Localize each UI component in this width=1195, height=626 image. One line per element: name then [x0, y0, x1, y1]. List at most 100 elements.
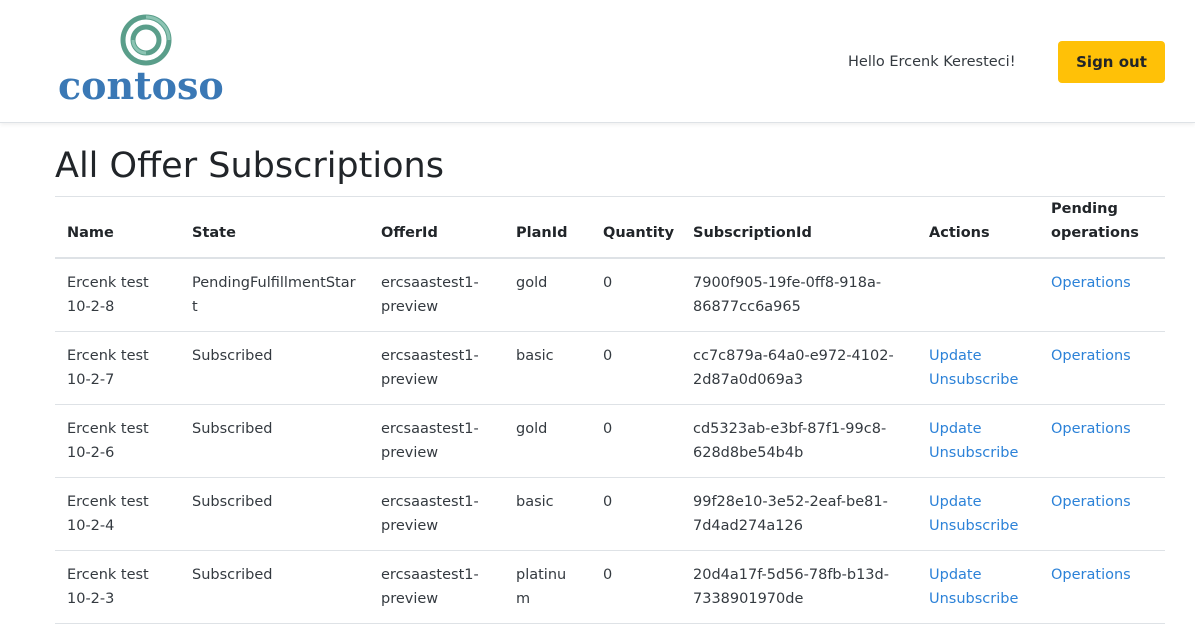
cell-subscription-id: 20d4a17f-5d56-78fb-b13d-7338901970de — [681, 550, 917, 624]
operations-link[interactable]: Operations — [1051, 271, 1153, 295]
cell-state: Subscribed — [180, 404, 369, 478]
column-header-quantity: Quantity — [591, 197, 681, 259]
cell-subscription-id: cc7c879a-64a0-e972-4102-2d87a0d069a3 — [681, 331, 917, 405]
cell-state: PendingFulfillmentStart — [180, 258, 369, 332]
cell-plan-id: gold — [504, 404, 591, 478]
top-navbar: contoso Hello Ercenk Keresteci! Sign out — [0, 0, 1195, 123]
subscription-state: Subscribed — [192, 493, 273, 510]
update-link[interactable]: Update — [929, 417, 1027, 441]
subscription-name: Ercenk test 10-2-6 — [67, 420, 149, 461]
unsubscribe-link[interactable]: Unsubscribe — [929, 441, 1027, 465]
column-header-plan-id: PlanId — [504, 197, 591, 259]
cell-actions — [917, 258, 1039, 332]
page-title: All Offer Subscriptions — [55, 146, 444, 186]
plan-id: platinum — [516, 566, 567, 607]
cell-pending-operations: Operations — [1039, 258, 1165, 332]
column-header-state: State — [180, 197, 369, 259]
update-link[interactable]: Update — [929, 344, 1027, 368]
table-row: Ercenk test 10-2-6 Subscribed ercsaastes… — [55, 404, 1165, 478]
cell-pending-operations: Operations — [1039, 404, 1165, 478]
subscription-id: 7900f905-19fe-0ff8-918a-86877cc6a965 — [693, 275, 882, 315]
quantity: 0 — [603, 566, 613, 583]
quantity: 0 — [603, 420, 613, 437]
quantity: 0 — [603, 275, 613, 291]
cell-state: Subscribed — [180, 331, 369, 405]
update-link[interactable]: Update — [929, 490, 1027, 514]
quantity: 0 — [603, 493, 613, 510]
column-header-offer-id: OfferId — [369, 197, 504, 259]
cell-state: Subscribed — [180, 550, 369, 624]
offer-id: ercsaastest1-preview — [381, 566, 479, 607]
subscription-state: Subscribed — [192, 420, 273, 437]
subscription-id: 99f28e10-3e52-2eaf-be81-7d4ad274a126 — [693, 493, 888, 534]
unsubscribe-link[interactable]: Unsubscribe — [929, 514, 1027, 538]
column-header-actions: Actions — [917, 197, 1039, 259]
update-link[interactable]: Update — [929, 563, 1027, 587]
subscription-name: Ercenk test 10-2-8 — [67, 275, 149, 315]
contoso-logo[interactable]: contoso — [58, 14, 234, 110]
cell-quantity: 0 — [591, 258, 681, 332]
offer-id: ercsaastest1-preview — [381, 493, 479, 534]
subscriptions-table: Name State OfferId PlanId Quantity Subsc… — [55, 197, 1165, 624]
table-row: Ercenk test 10-2-7 Subscribed ercsaastes… — [55, 331, 1165, 405]
sign-out-button[interactable]: Sign out — [1058, 41, 1165, 83]
table-row: Ercenk test 10-2-4 Subscribed ercsaastes… — [55, 477, 1165, 551]
column-header-subscription-id: SubscriptionId — [681, 197, 917, 259]
subscription-id: cc7c879a-64a0-e972-4102-2d87a0d069a3 — [693, 347, 894, 388]
cell-name: Ercenk test 10-2-6 — [55, 404, 180, 478]
cell-offer-id: ercsaastest1-preview — [369, 477, 504, 551]
subscription-name: Ercenk test 10-2-3 — [67, 566, 149, 607]
table-header-row: Name State OfferId PlanId Quantity Subsc… — [55, 197, 1165, 259]
cell-state: Subscribed — [180, 477, 369, 551]
table-row: Ercenk test 10-2-8 PendingFulfillmentSta… — [55, 258, 1165, 332]
cell-subscription-id: 7900f905-19fe-0ff8-918a-86877cc6a965 — [681, 258, 917, 332]
cell-actions: Update Unsubscribe — [917, 331, 1039, 405]
cell-offer-id: ercsaastest1-preview — [369, 258, 504, 332]
operations-link[interactable]: Operations — [1051, 490, 1153, 514]
cell-quantity: 0 — [591, 404, 681, 478]
cell-plan-id: platinum — [504, 550, 591, 624]
subscription-state: Subscribed — [192, 347, 273, 364]
cell-quantity: 0 — [591, 477, 681, 551]
operations-link[interactable]: Operations — [1051, 417, 1153, 441]
cell-plan-id: gold — [504, 258, 591, 332]
plan-id: gold — [516, 420, 548, 437]
quantity: 0 — [603, 347, 613, 364]
unsubscribe-link[interactable]: Unsubscribe — [929, 368, 1027, 392]
table-row: Ercenk test 10-2-3 Subscribed ercsaastes… — [55, 550, 1165, 624]
cell-subscription-id: cd5323ab-e3bf-87f1-99c8-628d8be54b4b — [681, 404, 917, 478]
subscription-state: PendingFulfillmentStart — [192, 275, 356, 315]
contoso-logo-icon — [120, 14, 172, 66]
offer-id: ercsaastest1-preview — [381, 420, 479, 461]
subscription-name: Ercenk test 10-2-7 — [67, 347, 149, 388]
operations-link[interactable]: Operations — [1051, 344, 1153, 368]
cell-pending-operations: Operations — [1039, 477, 1165, 551]
cell-offer-id: ercsaastest1-preview — [369, 331, 504, 405]
cell-actions: Update Unsubscribe — [917, 477, 1039, 551]
plan-id: gold — [516, 275, 548, 291]
cell-name: Ercenk test 10-2-7 — [55, 331, 180, 405]
plan-id: basic — [516, 347, 554, 364]
subscription-id: cd5323ab-e3bf-87f1-99c8-628d8be54b4b — [693, 420, 887, 461]
cell-subscription-id: 99f28e10-3e52-2eaf-be81-7d4ad274a126 — [681, 477, 917, 551]
cell-quantity: 0 — [591, 550, 681, 624]
cell-plan-id: basic — [504, 331, 591, 405]
offer-id: ercsaastest1-preview — [381, 347, 479, 388]
cell-offer-id: ercsaastest1-preview — [369, 404, 504, 478]
cell-name: Ercenk test 10-2-8 — [55, 258, 180, 332]
cell-pending-operations: Operations — [1039, 331, 1165, 405]
unsubscribe-link[interactable]: Unsubscribe — [929, 587, 1027, 611]
cell-name: Ercenk test 10-2-3 — [55, 550, 180, 624]
cell-actions: Update Unsubscribe — [917, 404, 1039, 478]
cell-actions: Update Unsubscribe — [917, 550, 1039, 624]
user-greeting: Hello Ercenk Keresteci! — [848, 54, 1016, 70]
cell-offer-id: ercsaastest1-preview — [369, 550, 504, 624]
column-header-pending-operations: Pending operations — [1039, 197, 1165, 259]
subscription-name: Ercenk test 10-2-4 — [67, 493, 149, 534]
cell-plan-id: basic — [504, 477, 591, 551]
logo-wordmark: contoso — [58, 63, 224, 108]
cell-quantity: 0 — [591, 331, 681, 405]
plan-id: basic — [516, 493, 554, 510]
cell-name: Ercenk test 10-2-4 — [55, 477, 180, 551]
operations-link[interactable]: Operations — [1051, 563, 1153, 587]
